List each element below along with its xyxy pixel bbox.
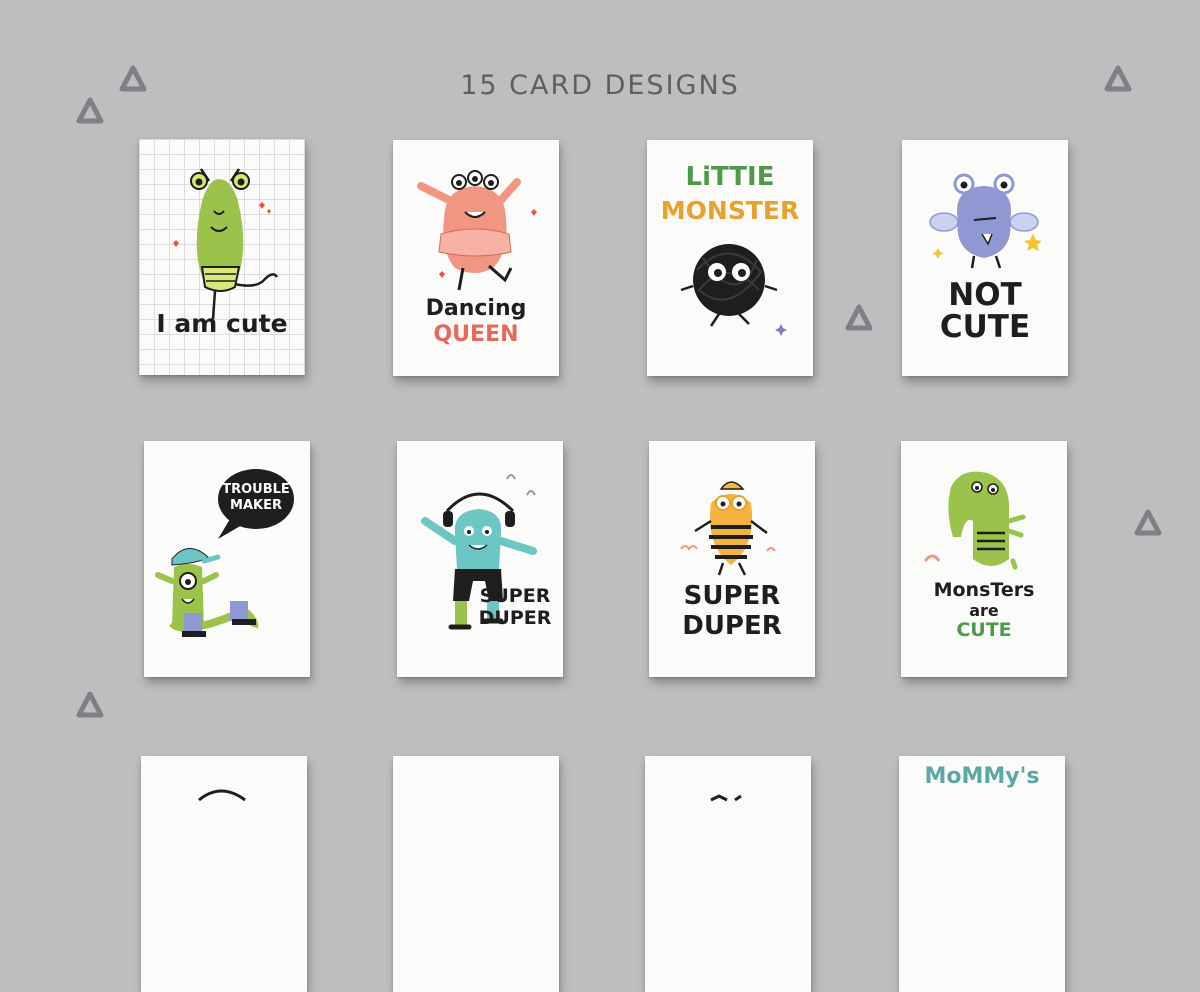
card-little-monster[interactable]: LiTTIE MONSTER	[647, 140, 813, 376]
card-dancing-queen[interactable]: Dancing QUEEN	[393, 140, 559, 376]
card-monsters-are-cute[interactable]: MonsTers are CUTE	[901, 441, 1067, 677]
triangle-decoration-icon	[119, 65, 147, 92]
card-caption-line1: MonsTers	[933, 579, 1035, 601]
card-caption-line2: are	[969, 601, 999, 620]
card-caption-line2: DUPER	[478, 607, 552, 629]
speech-bubble-monster-illustration	[155, 469, 294, 637]
card-trouble-maker[interactable]: TROUBLE MAKER	[144, 441, 310, 677]
card-caption-line2: CUTE	[939, 309, 1031, 345]
scribble-monster-illustration	[680, 244, 787, 336]
card-row3-2[interactable]	[393, 756, 559, 992]
triangle-decoration-icon	[76, 97, 104, 124]
card-caption-line1: TROUBLE	[222, 482, 290, 497]
triangle-decoration-icon	[1104, 65, 1132, 92]
card-row3-4[interactable]: MoMMy's	[899, 756, 1065, 992]
card-illustration	[710, 794, 742, 802]
card-caption-line3: CUTE	[956, 619, 1012, 641]
card-i-am-cute[interactable]: I am cute	[139, 139, 305, 375]
elephant-monster-illustration	[923, 471, 1026, 570]
card-caption-line2: MAKER	[230, 498, 282, 513]
page-title: 15 CARD DESIGNS	[460, 70, 740, 101]
card-row3-3[interactable]	[645, 756, 811, 992]
teal-monster-illustration	[421, 474, 537, 630]
card-caption-line1: SUPER	[683, 581, 781, 611]
triangle-decoration-icon	[845, 304, 873, 331]
card-caption-line1: Dancing	[425, 296, 527, 321]
green-monster-illustration	[173, 168, 279, 320]
card-caption-line1: NOT	[948, 277, 1022, 313]
card-caption: I am cute	[156, 309, 288, 338]
card-caption: MoMMy's	[924, 764, 1040, 789]
card-not-cute[interactable]: NOT CUTE	[902, 140, 1068, 376]
bee-monster-illustration	[680, 481, 776, 576]
card-caption-line1: SUPER	[479, 585, 551, 607]
card-row3-1[interactable]	[141, 756, 307, 992]
card-caption-line2: QUEEN	[433, 322, 519, 347]
card-super-duper-bee[interactable]: SUPER DUPER	[649, 441, 815, 677]
triangle-decoration-icon	[1134, 509, 1162, 536]
triangle-decoration-icon	[76, 691, 104, 718]
card-caption-line2: DUPER	[682, 611, 782, 641]
card-super-duper-teal[interactable]: SUPER DUPER	[397, 441, 563, 677]
card-illustration	[198, 789, 246, 802]
